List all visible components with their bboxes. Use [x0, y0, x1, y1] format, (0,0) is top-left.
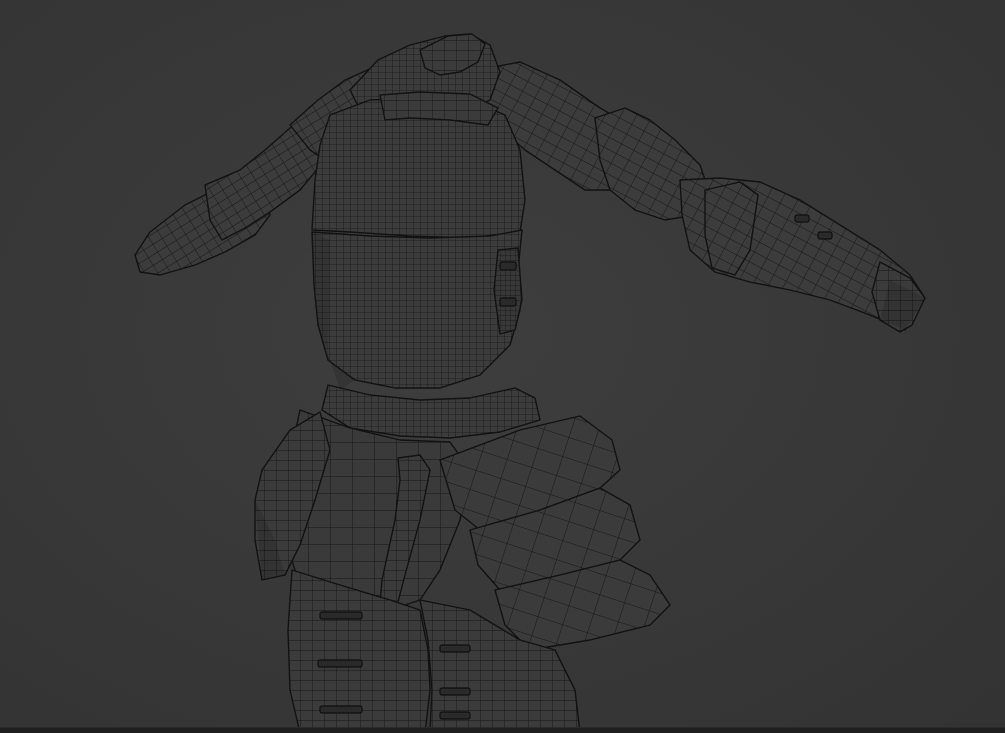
3d-viewport[interactable] — [0, 0, 1005, 733]
buckle — [499, 297, 517, 307]
buckle — [439, 687, 471, 696]
buckle — [794, 214, 810, 223]
buckle — [439, 644, 471, 653]
buckle — [319, 705, 363, 714]
buckle — [817, 231, 833, 240]
buckle — [499, 261, 517, 271]
abdomen-plate-mesh[interactable] — [311, 229, 523, 389]
viewport-bottom-edge — [0, 727, 1005, 733]
buckle — [317, 659, 363, 668]
buckle — [319, 611, 363, 620]
viewport-canvas[interactable] — [0, 0, 1005, 733]
buckle — [439, 711, 471, 720]
